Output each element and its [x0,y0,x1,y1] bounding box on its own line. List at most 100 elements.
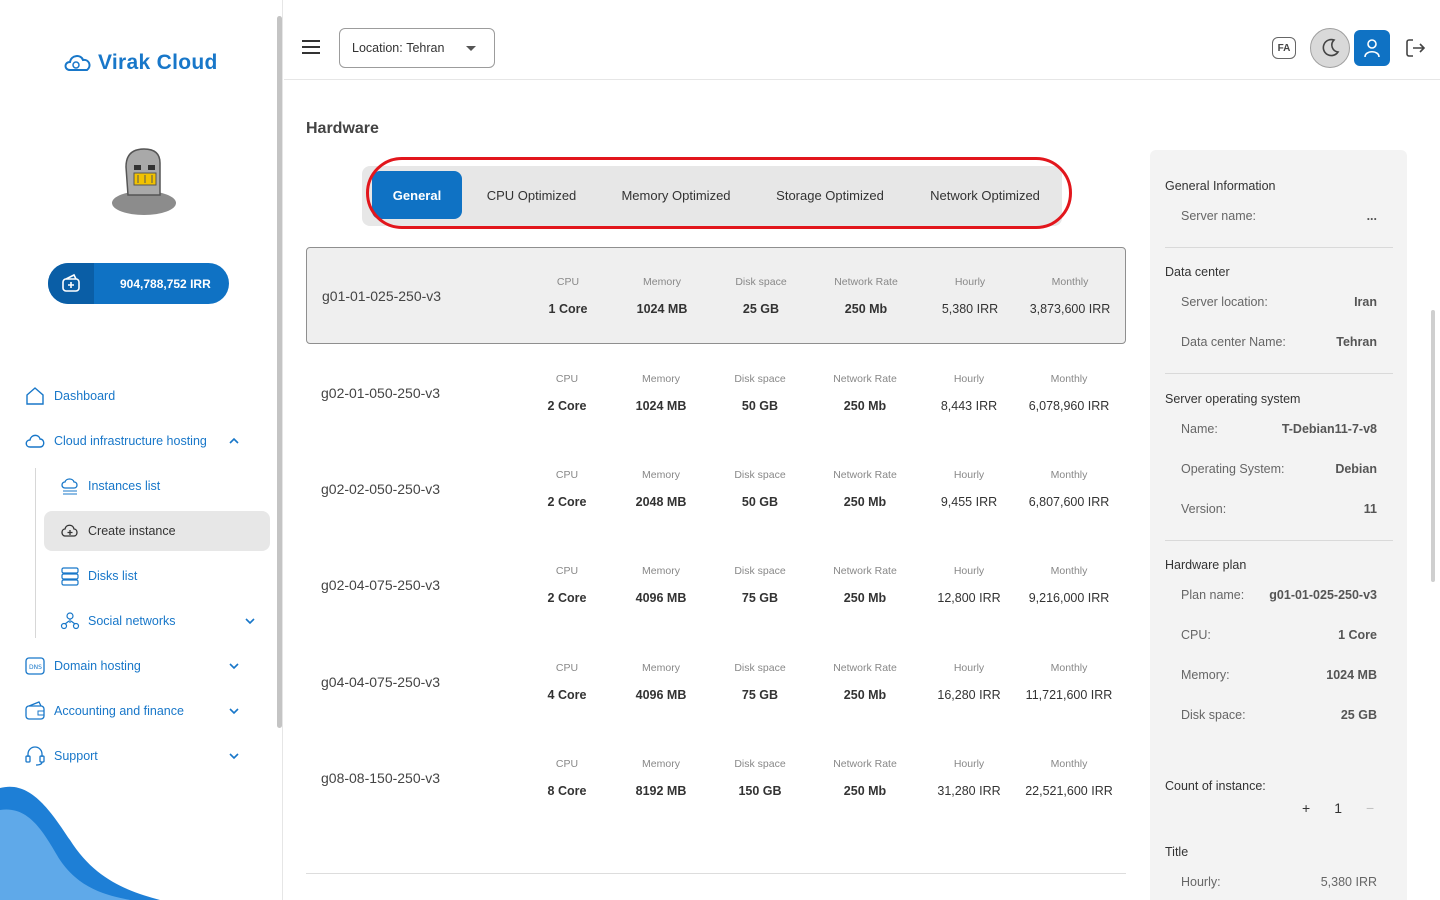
label: Operating System: [1181,462,1285,476]
value: 8192 MB [635,784,687,798]
value: 75 GB [741,688,779,702]
sidebar-item-dashboard[interactable]: Dashboard [24,384,115,408]
plan-monthly-value: 22,521,600 IRR [1014,784,1124,798]
value: 150 GB [738,784,782,798]
plan-monthly-value: 3,873,600 IRR [1015,302,1125,316]
support-icon [25,746,45,766]
value: 8 Core [547,784,587,798]
wallet-add-icon [48,263,94,304]
sidebar-item-create-instance[interactable]: Create instance [60,519,176,543]
column-header: Disk space [734,662,786,674]
plan-disk-value: 25 GB [706,302,816,316]
plan-row[interactable]: g02-01-050-250-v3 CPU 2 Core Memory 1024 MB D… [306,345,1126,442]
plan-row[interactable]: g08-08-150-250-v3 CPU 8 Core Memory 8192 MB D… [306,730,1126,827]
sidebar-item-cloud-hosting[interactable]: Cloud infrastructure hosting [24,429,250,453]
column-header: Disk space [735,276,787,288]
plan-row[interactable]: g02-02-050-250-v3 CPU 2 Core Memory 2048 MB D… [306,441,1126,538]
main-scrollbar[interactable] [1431,310,1435,582]
chevron-down-icon[interactable] [228,660,240,672]
location-value: Tehran [406,41,445,55]
label: Data center Name: [1181,335,1286,349]
increment-button[interactable]: + [1302,800,1310,816]
currency-unit: IRR [1090,688,1113,702]
divider [306,873,1126,874]
plan-row[interactable]: g01-01-025-250-v3 CPU 1 Core Memory 1024 MB D… [306,247,1126,344]
plan-memory-cell: Memory 1024 MB [607,248,717,316]
divider [1165,540,1393,541]
sidebar-item-accounting[interactable]: Accounting and finance [24,699,250,723]
brand-logo[interactable]: Virak Cloud [62,50,218,76]
sidebar-item-disks-list[interactable]: Disks list [60,564,137,588]
plan-disk-value: 75 GB [705,688,815,702]
value: T-Debian11-7-v8 [1281,422,1377,436]
column-header: Memory [643,276,681,288]
summary-row-memory: Memory: 1024 MB [1181,668,1377,682]
label: Version: [1181,502,1227,516]
sidebar-item-domain-hosting[interactable]: DNS Domain hosting [24,654,250,678]
quantity-value[interactable]: 1 [1334,800,1342,816]
value: 250 Mb [844,302,888,316]
menu-icon[interactable] [302,40,320,54]
value: 16,280 [937,688,976,702]
plan-disk-cell: Disk space 75 GB [705,537,815,605]
chevron-down-icon[interactable] [244,615,256,627]
plan-memory-value: 4096 MB [606,688,716,702]
plan-hourly-value: 8,443 IRR [914,399,1024,413]
value: 9,455 [940,495,973,509]
plan-hourly-value: 16,280 IRR [914,688,1024,702]
label: Plan name: [1181,588,1245,602]
plan-row[interactable]: g02-04-075-250-v3 CPU 2 Core Memory 4096 MB D… [306,537,1126,634]
sidebar-item-instances-list[interactable]: Instances list [60,474,160,498]
dark-mode-button[interactable] [1310,28,1350,68]
currency-unit: IRR [1087,495,1110,509]
decrement-button[interactable]: − [1366,800,1374,816]
plan-net-value: 250 Mb [810,688,920,702]
sidebar-item-support[interactable]: Support [24,744,250,768]
caret-down-icon [466,46,476,51]
sidebar-item-label: Cloud infrastructure hosting [54,434,207,448]
value: 250 Mb [843,399,887,413]
value: 2 Core [547,495,587,509]
plan-monthly-value: 6,078,960 IRR [1014,399,1124,413]
sidebar-scrollbar[interactable] [277,16,282,728]
location-select[interactable]: Location: Tehran [339,28,495,68]
plan-net-value: 250 Mb [810,784,920,798]
column-header: Memory [642,565,680,577]
plan-name: g02-02-050-250-v3 [321,481,441,497]
summary-row-server-name: Server name: ... [1181,209,1377,223]
label: Memory: [1181,668,1230,682]
chevron-down-icon[interactable] [228,750,240,762]
currency-unit: IRR [976,302,999,316]
plan-hourly-cell: Hourly 16,280 IRR [914,634,1024,702]
plan-hourly-value: 31,280 IRR [914,784,1024,798]
column-header: Monthly [1051,276,1089,288]
chevron-up-icon[interactable] [228,435,240,447]
chevron-down-icon[interactable] [228,705,240,717]
label: CPU: [1181,628,1211,642]
divider [1165,373,1393,374]
label: Name: [1181,422,1218,436]
sidebar-item-label: Dashboard [54,389,116,403]
page-title: Hardware [306,120,379,137]
avatar[interactable] [104,137,184,217]
value: Iran [1354,295,1377,309]
plan-net-value: 250 Mb [810,591,920,605]
logout-icon[interactable] [1404,37,1426,59]
plan-net-value: 250 Mb [811,302,921,316]
plan-row[interactable]: g04-04-075-250-v3 CPU 4 Core Memory 4096 MB D… [306,634,1126,731]
value: 25 GB [1340,708,1377,722]
language-toggle-button[interactable]: FA [1272,37,1296,59]
sidebar-item-social-networks[interactable]: Social networks [60,609,256,633]
sidebar-item-label: Domain hosting [54,659,141,673]
plan-monthly-cell: Monthly 11,721,600 IRR [1014,634,1124,702]
column-header: Monthly [1050,662,1088,674]
balance-pill[interactable]: 904,788,752 IRR [48,263,229,304]
value: 1024 MB [635,399,687,413]
column-header: Monthly [1050,469,1088,481]
plan-hourly-cell: Hourly 8,443 IRR [914,345,1024,413]
profile-button[interactable] [1354,30,1390,66]
value: 9,216,000 [1028,591,1085,605]
summary-row-os-name: Name: T-Debian11-7-v8 [1181,422,1377,436]
sidebar-item-label: Accounting and finance [54,704,184,718]
value: 5,380 [941,302,974,316]
